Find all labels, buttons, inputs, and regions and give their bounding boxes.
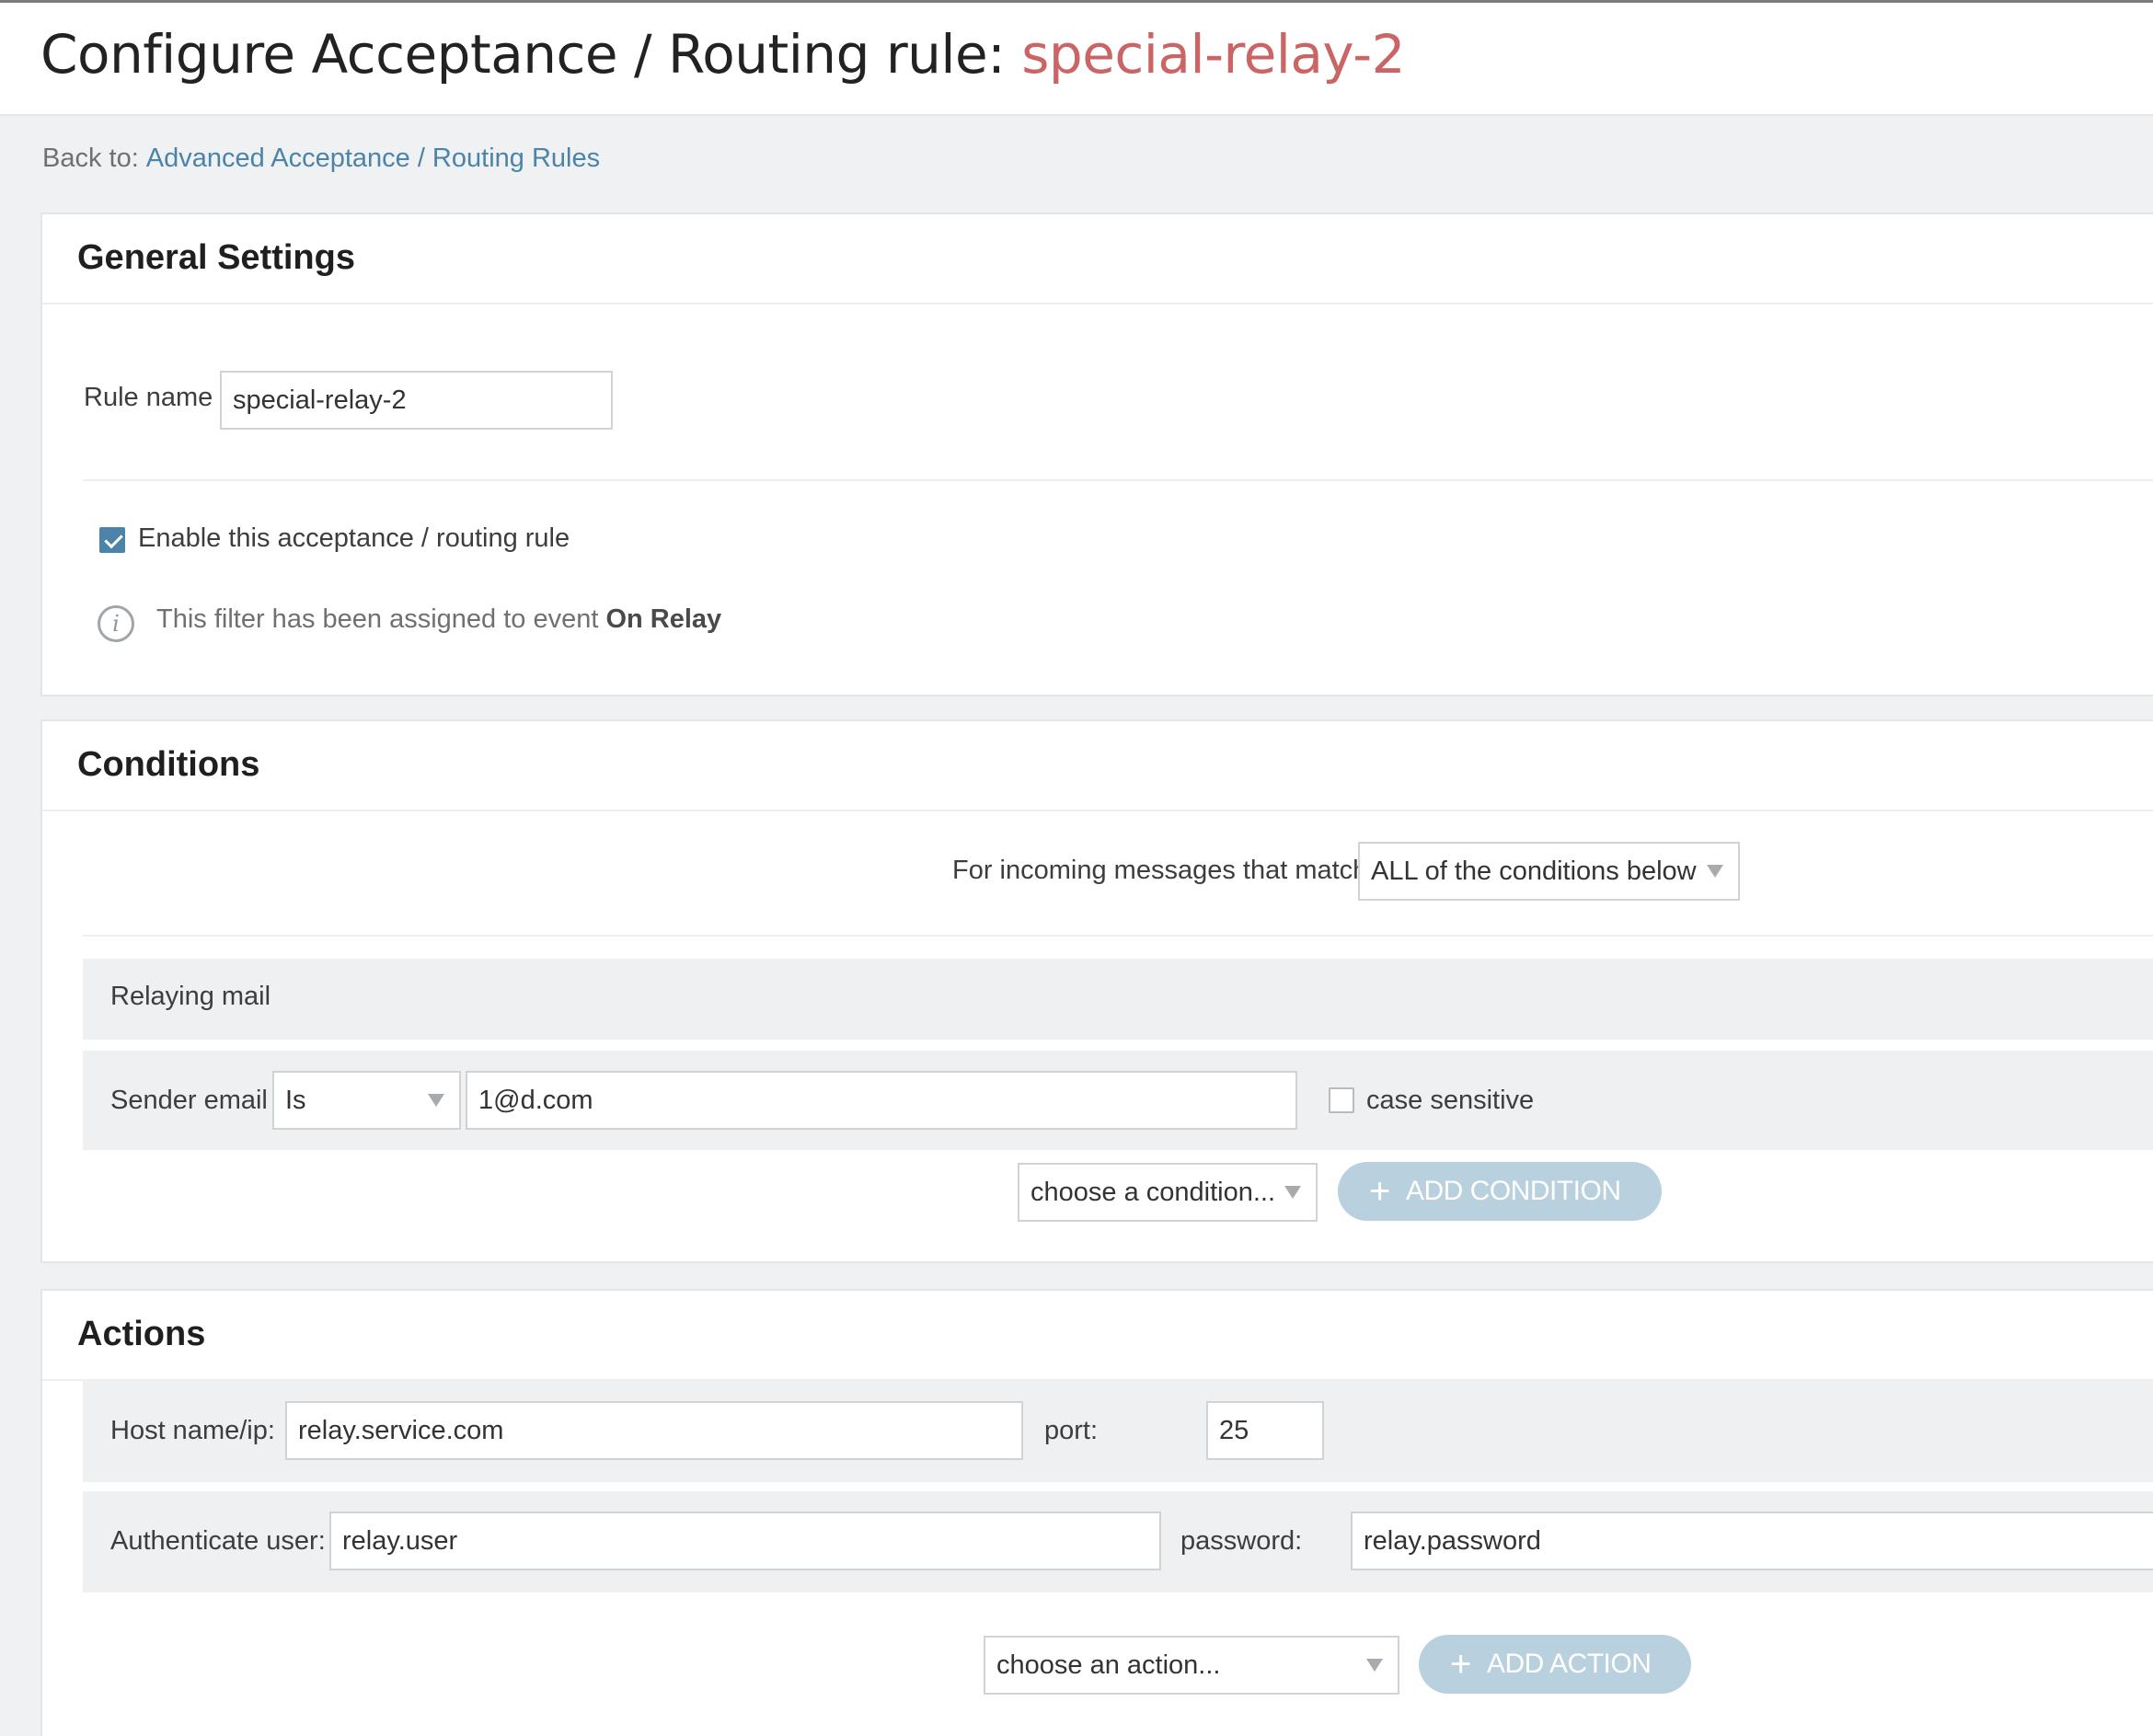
password-label: password: xyxy=(1180,1526,1303,1556)
chevron-down-icon xyxy=(1366,1659,1383,1672)
page-title-rule-name: special-relay-2 xyxy=(1021,23,1406,86)
panel-header-divider xyxy=(42,303,2153,305)
auth-user-input[interactable]: relay.user xyxy=(329,1512,1161,1570)
info-message-text: This filter has been assigned to event xyxy=(156,604,606,634)
info-event-name: On Relay xyxy=(605,604,722,634)
conditions-panel: Conditions For incoming messages that ma… xyxy=(40,719,2153,1263)
general-settings-panel: General Settings Rule name special-relay… xyxy=(40,213,2153,696)
case-sensitive-label: case sensitive xyxy=(1366,1086,1535,1115)
actions-title: Actions xyxy=(77,1315,206,1353)
case-sensitive-checkbox[interactable] xyxy=(1329,1087,1354,1113)
add-condition-button[interactable]: + ADD CONDITION xyxy=(1338,1162,1662,1221)
port-input[interactable]: 25 xyxy=(1206,1401,1324,1460)
host-label: Host name/ip: xyxy=(110,1416,275,1445)
plus-icon: + xyxy=(1369,1171,1390,1212)
auth-user-label: Authenticate user: xyxy=(110,1526,326,1556)
host-row: Host name/ip: relay.service.com port: 25 xyxy=(83,1381,2153,1482)
page-title: Configure Acceptance / Routing rule: spe… xyxy=(40,23,1406,86)
page-header: Configure Acceptance / Routing rule: spe… xyxy=(0,3,2153,116)
choose-condition-select[interactable]: choose a condition... xyxy=(1018,1163,1318,1222)
conditions-title: Conditions xyxy=(77,745,260,784)
info-icon: i xyxy=(98,605,134,642)
sender-email-label: Sender email xyxy=(110,1086,268,1115)
condition-group-header: Relaying mail xyxy=(83,959,2153,1040)
add-condition-label: ADD CONDITION xyxy=(1406,1176,1621,1206)
match-mode-value: ALL of the conditions below xyxy=(1371,857,1697,886)
section-divider xyxy=(83,479,2153,481)
enable-rule-checkbox[interactable] xyxy=(99,527,125,553)
choose-condition-placeholder: choose a condition... xyxy=(1030,1178,1276,1207)
general-settings-title: General Settings xyxy=(77,238,355,277)
add-action-label: ADD ACTION xyxy=(1487,1649,1652,1679)
plus-icon: + xyxy=(1450,1644,1471,1684)
actions-panel: Actions Host name/ip: relay.service.com … xyxy=(40,1289,2153,1736)
password-input[interactable]: relay.password xyxy=(1351,1512,2153,1570)
back-label: Back to: xyxy=(42,144,139,173)
section-divider xyxy=(83,935,2153,937)
sender-email-input[interactable]: 1@d.com xyxy=(466,1071,1297,1130)
page-title-prefix: Configure Acceptance / Routing rule: xyxy=(40,23,1022,86)
operator-select[interactable]: Is xyxy=(272,1071,461,1130)
rule-name-label: Rule name xyxy=(84,383,213,412)
port-label: port: xyxy=(1044,1416,1099,1445)
condition-row: Sender email Is 1@d.com case sensitive xyxy=(83,1051,2153,1150)
host-input[interactable]: relay.service.com xyxy=(285,1401,1023,1460)
add-action-button[interactable]: + ADD ACTION xyxy=(1419,1635,1692,1694)
operator-value: Is xyxy=(285,1086,306,1115)
match-label: For incoming messages that match xyxy=(952,856,1368,885)
match-mode-select[interactable]: ALL of the conditions below xyxy=(1358,842,1740,901)
choose-action-select[interactable]: choose an action... xyxy=(984,1636,1399,1695)
rule-name-input[interactable]: special-relay-2 xyxy=(220,371,613,430)
enable-rule-label: Enable this acceptance / routing rule xyxy=(138,523,570,553)
chevron-down-icon xyxy=(1707,865,1723,878)
back-link[interactable]: Advanced Acceptance / Routing Rules xyxy=(146,144,600,173)
choose-action-placeholder: choose an action... xyxy=(996,1650,1221,1680)
condition-group-label: Relaying mail xyxy=(110,982,271,1011)
breadcrumb: Back to: Advanced Acceptance / Routing Ru… xyxy=(42,144,600,174)
panel-header-divider xyxy=(42,810,2153,811)
chevron-down-icon xyxy=(428,1094,444,1107)
chevron-down-icon xyxy=(1284,1186,1301,1199)
auth-row: Authenticate user: relay.user password: … xyxy=(83,1491,2153,1592)
info-message: This filter has been assigned to event O… xyxy=(156,604,721,635)
